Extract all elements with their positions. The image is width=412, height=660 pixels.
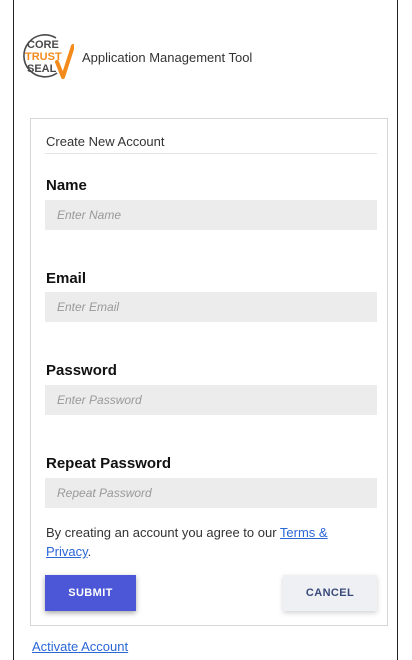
agree-end: .	[87, 544, 92, 559]
title-divider	[45, 153, 377, 154]
password-input[interactable]	[45, 385, 377, 415]
agree-text: By creating an account you agree to our	[46, 525, 280, 540]
core-trust-seal-logo: CORE TRUST SEAL	[20, 29, 74, 81]
create-account-card: Create New Account Name Email Password R…	[30, 118, 388, 626]
app-header: CORE TRUST SEAL Application Management T…	[20, 29, 252, 81]
submit-button[interactable]: SUBMIT	[45, 575, 136, 611]
terms-agreement: By creating an account you agree to our …	[46, 523, 366, 561]
seal-logo-icon: CORE TRUST SEAL	[23, 34, 74, 79]
repeat-password-input[interactable]	[45, 478, 377, 508]
form-title: Create New Account	[46, 134, 165, 149]
cancel-button[interactable]: CANCEL	[283, 575, 377, 611]
password-label: Password	[46, 362, 117, 379]
activate-account-link[interactable]: Activate Account	[32, 639, 128, 654]
name-label: Name	[46, 177, 87, 194]
app-title: Application Management Tool	[82, 49, 253, 65]
repeat-password-label: Repeat Password	[46, 455, 172, 472]
email-input[interactable]	[45, 292, 377, 322]
email-label: Email	[46, 270, 87, 287]
svg-text:SEAL: SEAL	[27, 63, 57, 75]
svg-text:CORE: CORE	[27, 39, 59, 51]
name-input[interactable]	[45, 200, 377, 230]
